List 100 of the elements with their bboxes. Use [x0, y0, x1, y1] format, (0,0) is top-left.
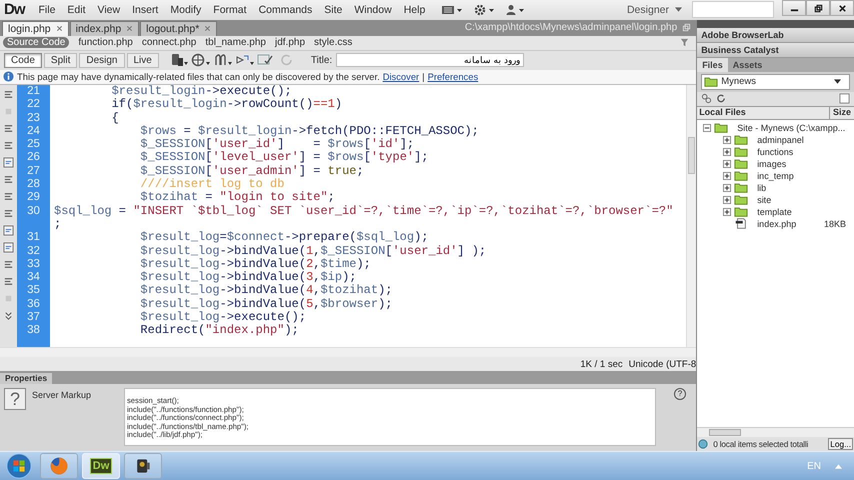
code-line: $rows = $result_login->fetch(PDO::FETCH_ASSOC);	[139, 124, 479, 138]
view-button[interactable]: Split	[44, 52, 78, 68]
layout-icon[interactable]	[441, 4, 464, 16]
folder-icon	[734, 134, 748, 146]
window-icon[interactable]	[682, 23, 692, 32]
tree-item[interactable]: Site - Mynews (C:\xampp...	[737, 122, 846, 133]
compare-icon[interactable]	[234, 53, 255, 68]
expand-icon[interactable]	[723, 160, 732, 168]
panel-tab[interactable]: Files	[697, 58, 728, 72]
code-line: {	[110, 112, 119, 125]
code-tool-icon[interactable]	[3, 140, 14, 151]
related-file-link[interactable]: jdf.php	[274, 37, 306, 48]
menu-item[interactable]: File	[32, 4, 62, 16]
code-line: $result_log->bindValue(1,$_SESSION['user_id'] );	[139, 244, 486, 258]
menu-item[interactable]: Insert	[126, 4, 164, 16]
related-file-link[interactable]: connect.php	[142, 37, 196, 48]
code-tool-icon[interactable]	[3, 190, 14, 202]
taskbar-app[interactable]	[124, 453, 162, 479]
title-label: Title:	[310, 54, 332, 66]
tree-item[interactable]: lib	[757, 182, 766, 193]
filter-icon[interactable]	[680, 38, 690, 48]
scrollbar[interactable]	[697, 427, 854, 437]
menu-item[interactable]: Commands	[252, 4, 318, 16]
related-file-link[interactable]: function.php	[78, 37, 133, 48]
minimize-button[interactable]	[782, 0, 806, 16]
line-number: 21	[27, 84, 40, 98]
close-icon[interactable]	[126, 25, 134, 32]
tree-item[interactable]: functions	[757, 146, 794, 157]
related-file-link[interactable]: style.css	[314, 37, 352, 48]
code-tool-icon[interactable]	[3, 258, 14, 270]
search-field[interactable]	[692, 1, 774, 18]
expand-icon[interactable]	[723, 184, 732, 192]
close-icon[interactable]	[204, 25, 212, 32]
workspace-switcher[interactable]: Designer	[626, 4, 669, 16]
scrollbar[interactable]	[0, 347, 696, 357]
refresh-icon[interactable]	[716, 93, 728, 104]
view-button[interactable]: Design	[79, 52, 124, 68]
code-tool-icon[interactable]	[3, 174, 14, 185]
preferences-link[interactable]: Preferences	[428, 71, 478, 82]
restore-button[interactable]	[806, 0, 830, 16]
taskbar-app[interactable]: Dw	[82, 453, 120, 479]
expand-icon[interactable]	[723, 196, 732, 204]
code-tool-icon[interactable]	[3, 276, 14, 287]
panel-tab[interactable]: Assets	[728, 58, 768, 72]
menu-item[interactable]: Modify	[164, 4, 208, 16]
code-line: if($result_login->rowCount()==1)	[110, 98, 342, 112]
view-button[interactable]: Live	[126, 52, 159, 68]
line-number: 38	[27, 324, 40, 338]
code-line: $result_log->bindValue(2,$time);	[139, 258, 371, 271]
tree-item[interactable]: adminpanel	[757, 134, 804, 145]
menu-item[interactable]: Site	[318, 4, 348, 16]
tree-item[interactable]: inc_temp	[757, 170, 794, 181]
column-header[interactable]: Size	[830, 106, 854, 119]
close-button[interactable]	[830, 0, 854, 16]
title-field[interactable]: ورود به سامانه	[336, 53, 524, 68]
code-tool-icon[interactable]	[3, 156, 14, 168]
line-number: 23	[27, 112, 40, 125]
document-tab[interactable]: login.php	[2, 20, 69, 36]
document-tab[interactable]: logout.php*	[140, 20, 218, 36]
tree-item[interactable]: template	[757, 206, 792, 217]
related-file-link[interactable]: Source Code	[3, 37, 70, 48]
close-icon[interactable]	[56, 25, 63, 32]
expand-icon[interactable]	[723, 136, 732, 144]
code-tool-icon[interactable]	[3, 88, 14, 100]
panel-tab[interactable]: Properties	[0, 373, 52, 384]
log-button[interactable]: Log...	[828, 438, 853, 450]
menu-item[interactable]: Edit	[61, 4, 92, 16]
panel-header[interactable]: Adobe BrowserLab	[697, 28, 854, 43]
menu-item[interactable]: View	[92, 4, 126, 16]
menu-item[interactable]: Window	[348, 4, 398, 16]
line-number: 24	[27, 124, 40, 138]
line-number: 36	[27, 298, 40, 311]
connect-icon[interactable]	[701, 93, 712, 104]
tree-item[interactable]: images	[757, 158, 786, 169]
collapse-icon[interactable]	[703, 124, 712, 132]
menu-item[interactable]: Format	[207, 4, 253, 16]
debug-icon[interactable]	[212, 53, 233, 68]
taskbar-app[interactable]	[40, 453, 78, 479]
column-header[interactable]: Local Files	[697, 106, 830, 119]
code-tool-icon[interactable]	[3, 122, 14, 134]
panel-header[interactable]: Business Catalyst	[697, 42, 854, 58]
expand-icon[interactable]	[723, 148, 732, 156]
expand-icon[interactable]	[723, 208, 732, 216]
site-dropdown[interactable]: Mynews	[701, 74, 850, 90]
code-tool-icon[interactable]	[3, 242, 14, 253]
menu-item[interactable]: Help	[398, 4, 432, 16]
tree-item[interactable]: index.php	[757, 218, 796, 229]
document-tab[interactable]: index.php	[70, 20, 140, 36]
gear-icon[interactable]	[473, 4, 496, 16]
code-tool-icon[interactable]	[3, 224, 14, 236]
tree-item[interactable]: site	[757, 194, 772, 205]
help-icon[interactable]: ?	[674, 388, 686, 400]
code-tool-icon[interactable]	[3, 310, 14, 321]
scrollbar[interactable]	[686, 84, 696, 347]
code-tool-icon[interactable]	[3, 208, 14, 219]
discover-link[interactable]: Discover	[382, 71, 420, 82]
expand-icon[interactable]	[723, 172, 732, 180]
view-button[interactable]: Code	[4, 52, 42, 68]
related-file-link[interactable]: tbl_name.php	[205, 37, 266, 48]
download-stats: 1K / 1 sec	[580, 358, 623, 370]
